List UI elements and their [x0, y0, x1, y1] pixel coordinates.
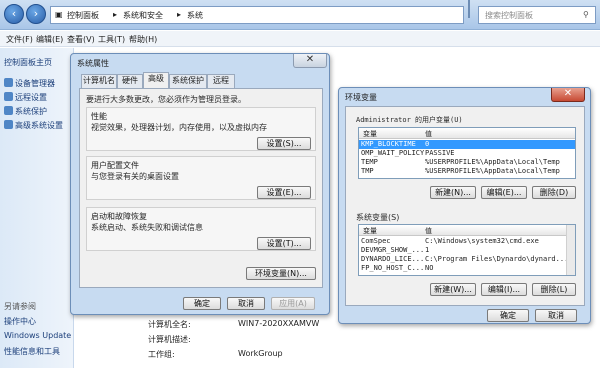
table-row[interactable]: ComSpec C:\Windows\system32\cmd.exe	[359, 237, 568, 246]
edit-system-var-button[interactable]: 编辑(I)...	[481, 283, 527, 296]
remote-settings-link[interactable]: 远程设置	[4, 92, 47, 103]
close-icon[interactable]: ✕	[293, 54, 327, 68]
folder-icon: ▣	[55, 10, 63, 19]
advanced-system-settings-link[interactable]: 高级系统设置	[4, 120, 63, 131]
shield-icon	[4, 92, 13, 101]
admin-note: 要进行大多数更改，您必须作为管理员登录。	[86, 95, 246, 104]
user-profiles-group: 用户配置文件 与您登录有关的桌面设置 设置(E)...	[86, 156, 316, 200]
list-header: 变量 值	[359, 225, 568, 236]
tab-computer-name[interactable]: 计算机名	[81, 74, 117, 88]
device-manager-link[interactable]: 设备管理器	[4, 78, 55, 89]
info-label: 计算机全名:	[148, 320, 191, 329]
breadcrumb-1[interactable]: 系统和安全	[123, 10, 163, 21]
menu-edit[interactable]: 编辑(E)	[36, 34, 63, 45]
menu-view[interactable]: 查看(V)	[67, 34, 95, 45]
table-row[interactable]: TMP %USERPROFILE%\AppData\Local\Temp	[359, 167, 575, 176]
apply-button[interactable]: 应用(A)	[271, 297, 315, 310]
performance-title: 性能	[91, 112, 107, 121]
control-panel-home-link[interactable]: 控制面板主页	[4, 57, 52, 68]
dialog-title: 环境变量	[345, 93, 377, 102]
profiles-title: 用户配置文件	[91, 161, 139, 170]
search-input[interactable]: 搜索控制面板 ⚲	[478, 6, 596, 24]
system-vars-list[interactable]: 变量 值 ComSpec C:\Windows\system32\cmd.exe…	[358, 224, 576, 276]
list-header: 变量 值	[359, 128, 575, 139]
info-value: WorkGroup	[238, 349, 283, 358]
forward-button[interactable]: ›	[26, 4, 46, 24]
info-label: 计算机描述:	[148, 335, 191, 344]
table-row[interactable]: DEVMGR_SHOW_... 1	[359, 246, 568, 255]
menu-bar: 文件(F) 编辑(E) 查看(V) 工具(T) 帮助(H)	[0, 31, 600, 47]
performance-group: 性能 视觉效果，处理器计划，内存使用，以及虚拟内存 设置(S)...	[86, 107, 316, 151]
address-bar[interactable]: ▣ 控制面板 ▸ 系统和安全 ▸ 系统	[50, 6, 464, 24]
startup-settings-button[interactable]: 设置(T)...	[257, 237, 311, 250]
window-controls	[468, 0, 470, 18]
breadcrumb-0[interactable]: 控制面板	[67, 10, 99, 21]
system-vars-scrollbar[interactable]	[566, 225, 575, 275]
search-placeholder: 搜索控制面板	[485, 11, 533, 20]
delete-system-var-button[interactable]: 删除(L)	[532, 283, 576, 296]
table-row[interactable]: FP_NO_HOST_C... NO	[359, 264, 568, 273]
shield-icon	[4, 120, 13, 129]
breadcrumb-sep-icon: ▸	[177, 10, 182, 19]
cancel-button[interactable]: 取消	[535, 309, 577, 322]
user-vars-label: Administrator 的用户变量(U)	[356, 116, 463, 124]
user-vars-list[interactable]: 变量 值 KMP_BLOCKTIME 0 OMP_WAIT_POLICY PAS…	[358, 127, 576, 179]
new-system-var-button[interactable]: 新建(W)...	[430, 283, 476, 296]
ok-button[interactable]: 确定	[487, 309, 529, 322]
startup-desc: 系统启动、系统失败和调试信息	[91, 223, 203, 232]
menu-tools[interactable]: 工具(T)	[98, 34, 125, 45]
back-button[interactable]: ‹	[4, 4, 24, 24]
envvars-panel: Administrator 的用户变量(U) 变量 值 KMP_BLOCKTIM…	[345, 106, 585, 306]
startup-recovery-group: 启动和故障恢复 系统启动、系统失败和调试信息 设置(T)...	[86, 207, 316, 251]
performance-info-link[interactable]: 性能信息和工具	[4, 346, 60, 357]
tab-hardware[interactable]: 硬件	[117, 74, 143, 88]
environment-variables-dialog: 环境变量 ✕ Administrator 的用户变量(U) 变量 值 KMP_B…	[338, 87, 591, 324]
info-label: 工作组:	[148, 350, 175, 359]
info-value: WIN7-2020XXAMVW	[238, 319, 320, 328]
shield-icon	[4, 106, 13, 115]
profiles-desc: 与您登录有关的桌面设置	[91, 172, 179, 181]
dialog-title: 系统属性	[77, 59, 109, 68]
system-vars-label: 系统变量(S)	[356, 213, 400, 222]
breadcrumb-2[interactable]: 系统	[187, 10, 203, 21]
new-user-var-button[interactable]: 新建(N)...	[430, 186, 476, 199]
cancel-button[interactable]: 取消	[227, 297, 265, 310]
table-row[interactable]: TEMP %USERPROFILE%\AppData\Local\Temp	[359, 158, 575, 167]
table-row[interactable]: KMP_BLOCKTIME 0	[359, 140, 575, 149]
profiles-settings-button[interactable]: 设置(E)...	[257, 186, 311, 199]
action-center-link[interactable]: 操作中心	[4, 316, 36, 327]
table-row[interactable]: DYNARDO_LICE... C:\Program Files\Dynardo…	[359, 255, 568, 264]
advanced-tab-panel: 要进行大多数更改，您必须作为管理员登录。 性能 视觉效果，处理器计划，内存使用，…	[79, 88, 323, 288]
close-icon[interactable]: ✕	[551, 88, 585, 102]
left-navigation-pane: 控制面板主页 设备管理器 远程设置 系统保护 高级系统设置 另请参阅 操作中心 …	[0, 48, 74, 368]
performance-desc: 视觉效果，处理器计划，内存使用，以及虚拟内存	[91, 123, 267, 132]
tab-remote[interactable]: 远程	[207, 74, 235, 88]
breadcrumb-sep-icon: ▸	[113, 10, 118, 19]
tab-system-protection[interactable]: 系统保护	[169, 74, 207, 88]
ok-button[interactable]: 确定	[183, 297, 221, 310]
edit-user-var-button[interactable]: 编辑(E)...	[481, 186, 527, 199]
search-icon: ⚲	[583, 10, 589, 19]
menu-help[interactable]: 帮助(H)	[129, 34, 157, 45]
table-row[interactable]: OMP_WAIT_POLICY PASSIVE	[359, 149, 575, 158]
shield-icon	[4, 78, 13, 87]
see-also-heading: 另请参阅	[4, 302, 36, 311]
tab-advanced[interactable]: 高级	[143, 72, 169, 89]
environment-variables-button[interactable]: 环境变量(N)...	[246, 267, 316, 280]
delete-user-var-button[interactable]: 删除(D)	[532, 186, 576, 199]
performance-settings-button[interactable]: 设置(S)...	[257, 137, 311, 150]
system-properties-dialog: 系统属性 ✕ 计算机名 硬件 高级 系统保护 远程 要进行大多数更改，您必须作为…	[70, 53, 330, 315]
windows-update-link[interactable]: Windows Update	[4, 331, 71, 340]
startup-title: 启动和故障恢复	[91, 212, 147, 221]
menu-file[interactable]: 文件(F)	[6, 34, 33, 45]
system-protection-link[interactable]: 系统保护	[4, 106, 47, 117]
